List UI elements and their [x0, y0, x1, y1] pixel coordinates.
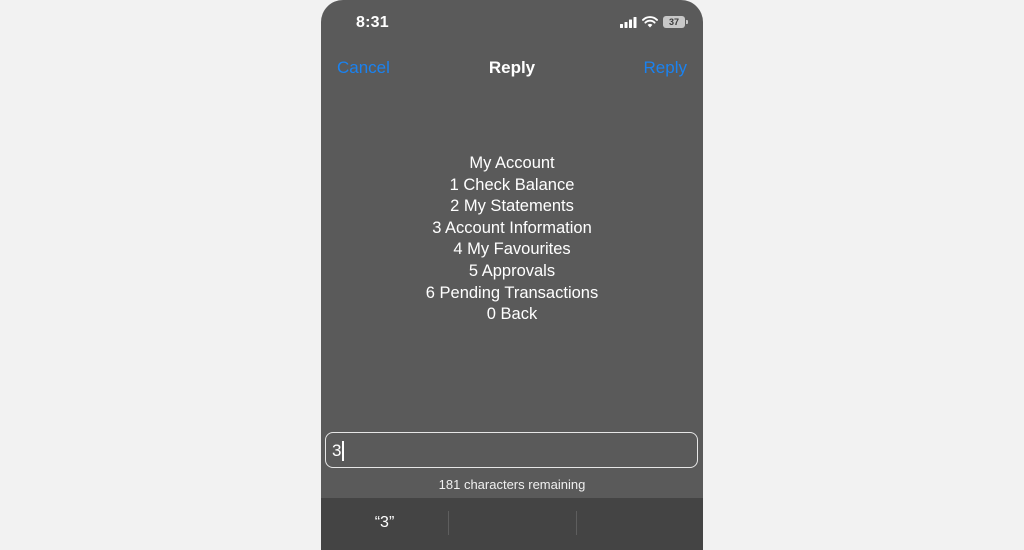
message-line: My Account — [469, 154, 555, 172]
status-time: 8:31 — [356, 14, 389, 31]
phone-screen: 8:31 37 Cancel Reply Reply My Account 1 … — [321, 0, 703, 550]
battery-icon: 37 — [663, 16, 688, 28]
cellular-signal-icon — [620, 16, 637, 28]
keyboard-suggestion-bar: “3” — [321, 498, 703, 550]
message-line: 2 My Statements — [450, 197, 574, 216]
message-line: 4 My Favourites — [453, 240, 571, 259]
message-line: 5 Approvals — [468, 261, 556, 280]
reply-button[interactable]: Reply — [644, 58, 687, 78]
status-icons: 37 — [620, 16, 688, 28]
reply-input-value-wrap: 3 — [332, 441, 344, 461]
suggestion-item[interactable] — [448, 498, 576, 550]
nav-bar: Cancel Reply Reply — [321, 54, 703, 84]
text-cursor — [342, 441, 344, 461]
wifi-icon — [642, 16, 658, 28]
characters-remaining: 181 characters remaining — [438, 477, 586, 492]
message-line: 1 Check Balance — [449, 175, 575, 194]
reply-input-value: 3 — [332, 441, 342, 460]
reply-input[interactable]: 3 — [325, 432, 698, 468]
ussd-message: My Account 1 Check Balance 2 My Statemen… — [321, 153, 703, 326]
suggestion-item[interactable] — [576, 498, 703, 550]
message-line: 0 Back — [486, 305, 538, 324]
status-bar: 8:31 37 — [321, 0, 703, 48]
suggestion-item[interactable]: “3” — [321, 498, 448, 550]
message-line: 6 Pending Transactions — [425, 283, 599, 302]
message-line: 3 Account Information — [432, 218, 592, 237]
